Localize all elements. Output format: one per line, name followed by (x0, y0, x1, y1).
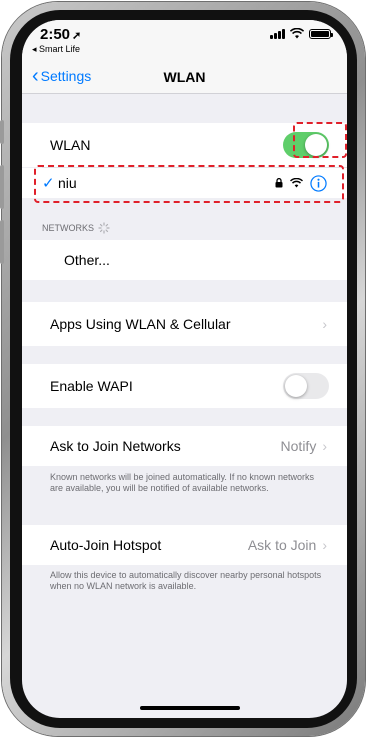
enable-wapi-label: Enable WAPI (50, 378, 133, 394)
mute-switch (0, 120, 4, 144)
ask-to-join-value: Notify (280, 438, 317, 454)
auto-join-hotspot-label: Auto-Join Hotspot (50, 537, 162, 553)
status-time: 2:50 ➚ (40, 26, 82, 43)
wapi-toggle[interactable] (283, 373, 329, 399)
auto-join-hotspot-value: Ask to Join (247, 537, 317, 553)
auto-join-hotspot-row[interactable]: Auto-Join Hotspot Ask to Join › (22, 525, 347, 565)
volume-up-button (0, 165, 4, 209)
ask-to-join-footnote: Known networks will be joined automatica… (50, 472, 314, 493)
checkmark-icon: ✓ (42, 175, 55, 192)
wlan-label: WLAN (50, 137, 91, 153)
cellular-signal-icon (270, 28, 285, 39)
other-network-row[interactable]: Other... (22, 240, 347, 280)
apps-using-wlan-row[interactable]: Apps Using WLAN & Cellular › (22, 302, 347, 346)
wlan-toggle-row: WLAN (22, 123, 347, 167)
ask-to-join-row[interactable]: Ask to Join Networks Notify › (22, 426, 347, 466)
auto-join-hotspot-footnote: Allow this device to automatically disco… (50, 570, 322, 591)
page-title: WLAN (163, 69, 206, 85)
ask-to-join-label: Ask to Join Networks (50, 438, 181, 454)
network-status-icons (275, 174, 327, 192)
toggle-knob (305, 134, 327, 156)
home-indicator[interactable] (140, 706, 240, 710)
enable-wapi-row: Enable WAPI (22, 364, 347, 408)
phone-screen: 2:50➚ ◂ Smart Life ‹ Settings WLAN WLAN (22, 20, 347, 718)
loading-spinner-icon (98, 222, 110, 234)
lock-icon (275, 178, 283, 188)
toggle-knob (285, 375, 307, 397)
status-bar: 2:50 ➚ ◂ Smart Life (22, 20, 347, 62)
networks-section-header: NETWORKS (42, 222, 110, 234)
info-icon[interactable] (310, 174, 327, 192)
connected-network-row[interactable]: ✓ niu (22, 168, 347, 198)
chevron-right-icon: › (322, 537, 327, 553)
battery-icon (309, 28, 333, 39)
other-network-label: Other... (64, 252, 110, 268)
network-name: niu (58, 175, 77, 191)
chevron-right-icon: › (322, 316, 327, 332)
chevron-right-icon: › (322, 438, 327, 454)
volume-down-button (0, 220, 4, 264)
status-icons (270, 28, 333, 39)
wifi-signal-icon (290, 178, 303, 188)
navigation-bar: ‹ Settings WLAN (22, 62, 347, 94)
wlan-toggle[interactable] (283, 132, 329, 158)
wifi-status-icon (290, 28, 304, 39)
apps-using-wlan-label: Apps Using WLAN & Cellular (50, 316, 231, 332)
back-to-app-link[interactable]: ◂ Smart Life (32, 44, 80, 55)
location-arrow-icon: ➚ (72, 30, 82, 42)
